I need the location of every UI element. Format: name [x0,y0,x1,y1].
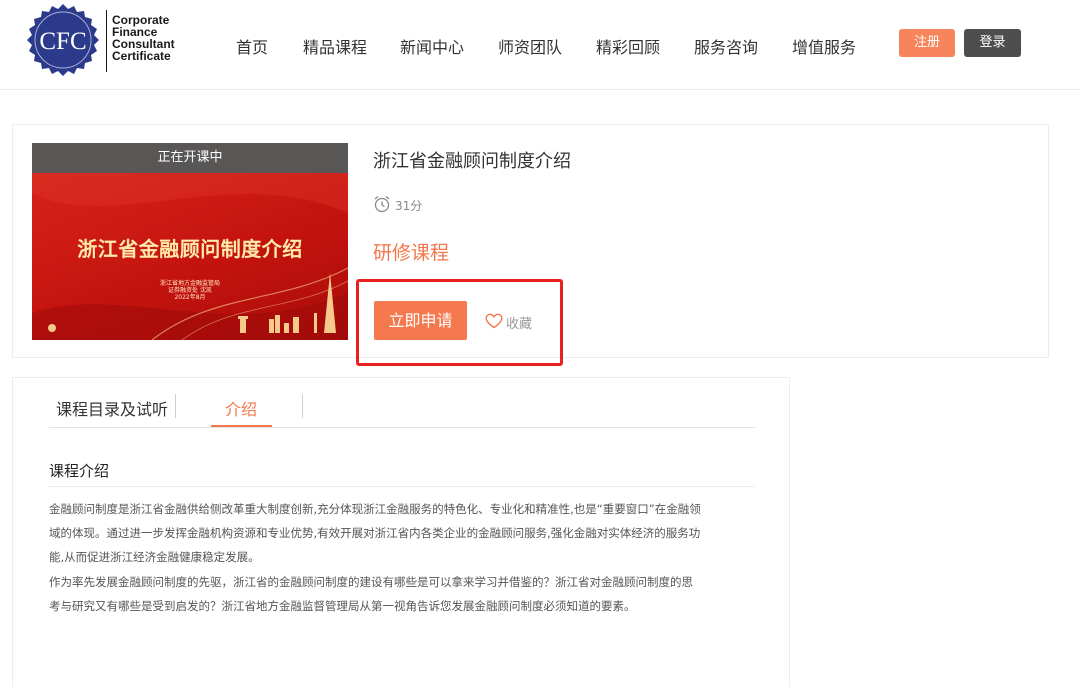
tab-intro[interactable]: 介绍 [225,396,257,420]
cover-line: 证券融资处 沈凯 [168,287,212,294]
course-detail-panel: 课程目录及试听 介绍 课程介绍 金融顾问制度是浙江省金融供给侧改革重大制度创新,… [12,377,790,687]
svg-text:CFC: CFC [39,28,86,55]
course-type: 研修课程 [373,242,450,264]
nav-item-teachers[interactable]: 师资团队 [498,34,562,58]
nav-item-news[interactable]: 新闻中心 [400,34,464,58]
apply-button[interactable]: 立即申请 [374,301,467,340]
intro-line: 考与研究又有哪些是受到启发的？浙江省地方金融监督管理局从第一视角告诉您发展金融顾… [49,599,636,613]
detail-tabs: 课程目录及试听 介绍 [49,378,755,428]
logo-wordmark: Corporate Finance Consultant Certificate [112,14,175,62]
cfc-seal-icon: CFC [27,4,99,76]
favorite-label: 收藏 [506,317,533,332]
tab-catalog[interactable]: 课程目录及试听 [56,396,168,420]
nav-item-courses[interactable]: 精品课程 [303,34,367,58]
section-title: 课程介绍 [49,462,110,480]
cfc-logo[interactable]: CFC Corporate Finance Consultant Certifi… [25,4,185,76]
cover-line: 浙江省地方金融监管局 [159,280,220,287]
nav-item-consulting[interactable]: 服务咨询 [694,34,758,58]
heart-icon [485,313,503,329]
nav-item-review[interactable]: 精彩回顾 [596,34,660,58]
clock-icon [374,196,390,213]
tab-divider [302,394,303,418]
cover-line: 2022年8月 [174,294,206,301]
duration-text: 31分 [395,199,423,213]
register-button[interactable]: 注册 [899,29,955,57]
intro-line: 作为率先发展金融顾问制度的先驱，浙江省的金融顾问制度的建设有哪些是可以拿来学习并… [49,575,693,589]
nav-item-value-added[interactable]: 增值服务 [792,34,856,58]
intro-line: 金融顾问制度是浙江省金融供给侧改革重大制度创新,充分体现浙江金融服务的特色化、专… [49,502,701,516]
status-banner: 正在开课中 [32,143,348,173]
cover-title: 浙江省金融顾问制度介绍 [77,237,303,261]
intro-line: 能,从而促进浙江经济金融健康稳定发展。 [49,550,260,564]
logo-divider [106,10,107,72]
tab-divider [175,394,176,418]
intro-line: 域的体现。通过进一步发挥金融机构资源和专业优势,有效开展对浙江省内各类企业的金融… [49,526,701,540]
logo-word: Certificate [112,49,171,63]
active-tab-indicator [211,425,272,427]
course-thumbnail[interactable]: 正在开课中 浙江省金融顾问制度介绍 浙江省地方金融监管局 证券融资处 沈凯 20… [32,143,348,340]
section-divider [49,486,755,487]
login-button[interactable]: 登录 [964,29,1021,57]
course-cover-image: 浙江省金融顾问制度介绍 浙江省地方金融监管局 证券融资处 沈凯 2022年8月 [32,173,348,340]
nav-item-home[interactable]: 首页 [236,34,268,58]
course-title: 浙江省金融顾问制度介绍 [373,151,571,172]
site-header: CFC Corporate Finance Consultant Certifi… [0,0,1080,90]
course-card: 正在开课中 浙江省金融顾问制度介绍 浙江省地方金融监管局 证券融资处 沈凯 20… [12,124,1049,366]
